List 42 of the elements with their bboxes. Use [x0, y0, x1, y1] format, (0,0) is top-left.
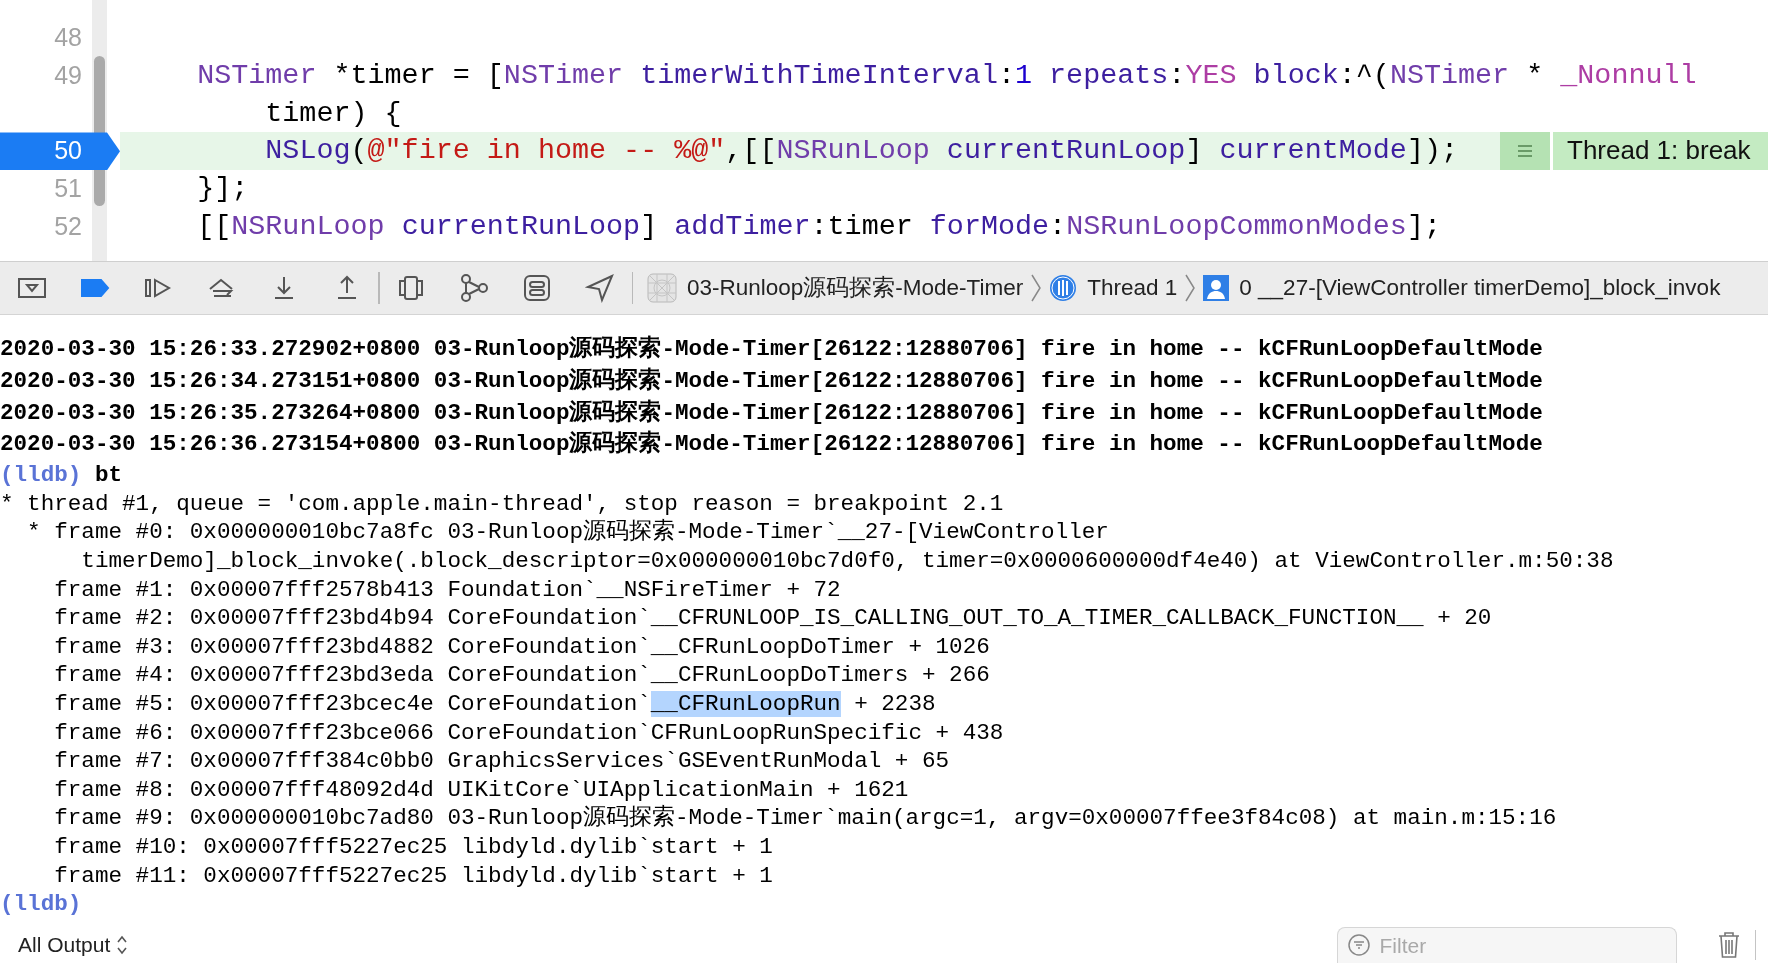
chevron-icon	[1185, 274, 1196, 302]
line-number: 52	[54, 212, 82, 240]
chevron-icon	[1031, 274, 1042, 302]
output-menu[interactable]: All Output	[18, 929, 129, 961]
frame-line: frame #2: 0x00007fff23bd4b94 CoreFoundation`__CFRUNLOOP_IS_CALLING_OUT_TO_A_TIMER_CALLBACK_FUNCTION__ + 20	[54, 605, 1492, 632]
frame-line: * frame #0: 0x000000010bc7a8fc 03-Runloop源码探索-Mode-Timer`__27-[ViewController	[27, 519, 1109, 546]
frame-line: frame #1: 0x00007fff2578b413 Foundation`__NSFireTimer + 72	[54, 576, 841, 603]
command-line: (lldb) bt	[0, 461, 124, 490]
code-line: NSTimer *timer = [NSTimer timerWithTimeInterval:1 repeats:YES block:^(NSTimer * _Nonnull	[196, 57, 1697, 94]
log-line: 2020-03-30 15:26:34.273151+0800 03-Runloop源码探索-Mode-Timer[26122:12880706] fire in home -- kCFRunLoopDefaultMode	[0, 366, 1544, 396]
filter-field[interactable]: Filter	[1336, 927, 1677, 963]
frame-line: frame #7: 0x00007fff384c0bb0 GraphicsServices`GSEventRunModal + 65	[54, 748, 950, 775]
breadcrumb-item[interactable]: Thread 1	[1087, 271, 1178, 305]
line-number: 51	[54, 174, 82, 203]
frame-line: timerDemo]_block_invoke(.block_descriptor=0x000000010bc7d0f0, timer=0x0000600000df4e40) at ViewController.m:50:38	[81, 547, 1614, 574]
log-line: 2020-03-30 15:26:36.273154+0800 03-Runloop源码探索-Mode-Timer[26122:12880706] fire in home -- kCFRunLoopDefaultMode	[0, 429, 1544, 460]
frame-line: frame #6: 0x00007fff23bce066 CoreFoundation`CFRunLoopRunSpecific + 438	[54, 719, 1004, 746]
breadcrumb-item[interactable]: 0 __27-[ViewController timerDemo]_block_invok	[1239, 271, 1721, 305]
frame-line: frame #10: 0x00007fff5227ec25 libdyld.dylib`start + 1	[54, 833, 773, 860]
line-number: 48	[54, 23, 82, 51]
breakpoint-annotation: Thread 1: break	[1553, 132, 1768, 171]
frame-line: frame #4: 0x00007fff23bd3eda CoreFoundation`__CFRunLoopDoTimers + 266	[54, 662, 990, 689]
annotation-menu-icon[interactable]	[1500, 132, 1550, 171]
frame-line: frame #3: 0x00007fff23bd4882 CoreFoundation`__CFRunLoopDoTimer + 1026	[54, 633, 990, 660]
log-line: 2020-03-30 15:26:33.272902+0800 03-Runloop源码探索-Mode-Timer[26122:12880706] fire in home -- kCFRunLoopDefaultMode	[0, 334, 1544, 364]
code-line: NSLog(@"fire in home -- %@",[[NSRunLoop currentRunLoop] currentMode]);	[264, 133, 1458, 170]
person-icon[interactable]	[1203, 275, 1230, 301]
prompt-text: (lldb)	[0, 891, 82, 918]
code-line: [[NSRunLoop currentRunLoop] addTimer:timer forMode:NSRunLoopCommonModes];	[196, 209, 1441, 245]
line-number: 49	[54, 60, 82, 89]
code-line: timer) {	[264, 95, 402, 132]
thread-line: * thread #1, queue = 'com.apple.main-thread', stop reason = breakpoint 2.1	[0, 489, 1005, 519]
frame-line: frame #11: 0x00007fff5227ec25 libdyld.dylib`start + 1	[54, 862, 773, 889]
breadcrumb-item[interactable]: 03-Runloop源码探索-Mode-Timer	[687, 271, 1024, 305]
code-line: }];	[196, 171, 249, 208]
up-down-chevron-icon	[116, 935, 129, 955]
thread-icon[interactable]	[1049, 274, 1078, 302]
trash-icon[interactable]	[1716, 931, 1741, 959]
frame-line: frame #8: 0x00007fff48092d4d UIKitCore`UIApplicationMain + 1621	[54, 776, 909, 803]
frame-line: frame #5: 0x00007fff23bcec4e CoreFoundation`__CFRunLoopRun + 2238	[54, 690, 936, 717]
frame-line: frame #9: 0x000000010bc7ad80 03-Runloop源码探索-Mode-Timer`main(argc=1, argv=0x00007ffee3f84c08) at main.m:15:16	[54, 805, 1557, 832]
log-line: 2020-03-30 15:26:35.273264+0800 03-Runloop源码探索-Mode-Timer[26122:12880706] fire in home -- kCFRunLoopDefaultMode	[0, 398, 1544, 428]
